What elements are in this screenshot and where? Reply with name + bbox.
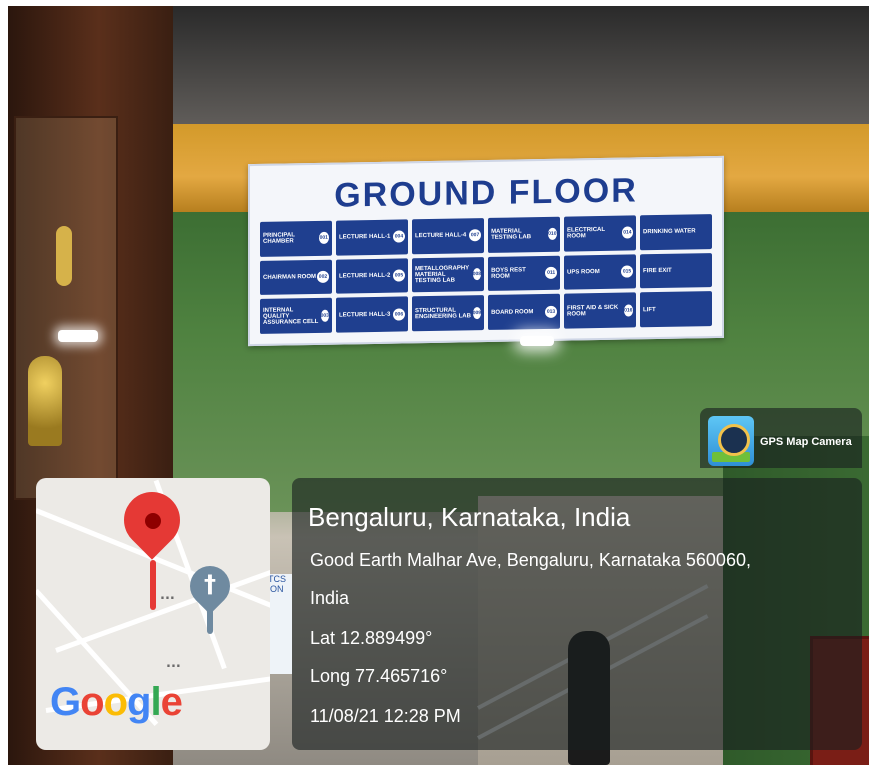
map-road bbox=[55, 566, 270, 653]
google-logo-letter: G bbox=[50, 680, 81, 724]
sign-room-number: 013 bbox=[545, 305, 558, 318]
sign-room-cell: STRUCTURAL ENGINEERING LAB 009 bbox=[411, 295, 485, 332]
google-logo: Google bbox=[50, 680, 183, 725]
app-name: GPS Map Camera bbox=[760, 436, 852, 448]
sign-room-cell: ELECTRICAL ROOM 014 bbox=[564, 215, 637, 252]
sign-room-cell: BOYS REST ROOM 011 bbox=[488, 255, 561, 292]
ground-floor-signboard: GROUND FLOOR PRINCIPAL CHAMBER 001 LECTURE… bbox=[248, 155, 724, 347]
sign-room-number: 005 bbox=[392, 269, 405, 282]
sign-room-number: 008 bbox=[472, 268, 482, 281]
location-pin-tail bbox=[150, 560, 156, 610]
sign-room-label: BOARD ROOM bbox=[491, 308, 534, 316]
sign-room-cell: METALLOGRAPHY MATERIAL TESTING LAB 008 bbox=[411, 256, 485, 293]
ceiling-light bbox=[58, 330, 98, 342]
sign-room-label: LECTURE HALL-1 bbox=[338, 233, 391, 241]
location-title: Bengaluru, Karnataka, India bbox=[308, 502, 631, 532]
sign-room-cell: LECTURE HALL-3 006 bbox=[335, 296, 408, 333]
google-logo-letter: l bbox=[150, 680, 161, 724]
sign-room-number: 004 bbox=[392, 230, 405, 243]
google-logo-letter: e bbox=[160, 680, 183, 724]
sign-room-label: LECTURE HALL-3 bbox=[338, 311, 391, 319]
trophy-cup bbox=[28, 356, 62, 446]
address-line-1: Good Earth Malhar Ave, Bengaluru, Karnat… bbox=[310, 550, 751, 570]
sign-room-label: FIRE EXIT bbox=[643, 267, 672, 275]
sign-room-cell: LECTURE HALL-4 007 bbox=[411, 218, 485, 254]
address-line-2: India bbox=[310, 588, 350, 608]
sign-room-cell: FIRST AID & SICK ROOM 016 bbox=[564, 292, 637, 329]
sign-room-label: ELECTRICAL ROOM bbox=[567, 227, 605, 240]
sign-room-label: UPS ROOM bbox=[567, 268, 600, 276]
sign-room-label: LECTURE HALL-4 bbox=[414, 232, 467, 240]
datetime: 11/08/21 12:28 PM bbox=[310, 706, 461, 726]
sign-room-number: 001 bbox=[318, 232, 329, 245]
sign-room-cell: LIFT bbox=[640, 291, 712, 328]
map-dots: ... bbox=[166, 656, 181, 671]
sign-room-label: FIRST AID & SICK ROOM bbox=[567, 304, 619, 318]
sign-room-label: DRINKING WATER bbox=[643, 228, 696, 236]
latitude: Lat 12.889499° bbox=[310, 628, 433, 648]
google-logo-letter: o bbox=[103, 680, 128, 724]
sign-room-number: 011 bbox=[545, 266, 558, 279]
sign-room-number: 007 bbox=[469, 229, 482, 242]
sign-room-cell: LECTURE HALL-1 004 bbox=[335, 219, 408, 256]
sign-room-number: 009 bbox=[472, 306, 482, 319]
sign-room-label: BOYS REST ROOM bbox=[491, 267, 526, 280]
sign-room-number: 010 bbox=[547, 228, 558, 241]
sign-room-number: 014 bbox=[621, 226, 634, 239]
longitude: Long 77.465716° bbox=[310, 666, 448, 686]
map-dots: ... bbox=[160, 588, 175, 603]
sign-room-label: PRINCIPAL CHAMBER bbox=[263, 232, 295, 246]
sign-title: GROUND FLOOR bbox=[334, 171, 638, 215]
sign-room-label: LECTURE HALL-2 bbox=[338, 272, 391, 280]
sign-room-label: MATERIAL TESTING LAB bbox=[491, 228, 532, 242]
sign-room-cell: FIRE EXIT bbox=[640, 252, 712, 289]
google-logo-letter: g bbox=[127, 680, 151, 724]
sign-room-cell: INTERNAL QUALITY ASSURANCE CELL 003 bbox=[260, 298, 332, 334]
sign-room-number: 002 bbox=[316, 270, 329, 283]
sign-room-label: METALLOGRAPHY MATERIAL TESTING LAB bbox=[414, 265, 470, 285]
sign-room-label: STRUCTURAL ENGINEERING LAB bbox=[414, 307, 471, 320]
sign-room-label: LIFT bbox=[643, 306, 656, 313]
sign-room-cell: UPS ROOM 015 bbox=[564, 254, 637, 290]
sign-room-cell: MATERIAL TESTING LAB 010 bbox=[488, 216, 561, 253]
sign-room-number: 003 bbox=[320, 309, 329, 322]
google-logo-letter: o bbox=[80, 680, 104, 724]
ceiling-light bbox=[520, 336, 554, 346]
sign-room-number: 006 bbox=[392, 308, 405, 321]
location-pin-center bbox=[145, 513, 161, 529]
sign-room-cell: CHAIRMAN ROOM 002 bbox=[260, 259, 332, 296]
sign-room-cell: PRINCIPAL CHAMBER 001 bbox=[260, 220, 332, 257]
sign-room-number: 015 bbox=[621, 265, 634, 278]
church-pin-tail bbox=[207, 604, 213, 634]
sign-room-label: INTERNAL QUALITY ASSURANCE CELL bbox=[263, 307, 319, 326]
church-cross-icon: † bbox=[204, 570, 216, 598]
sign-room-number: 016 bbox=[623, 304, 634, 317]
tcs-ion-poster: TCS iON bbox=[268, 574, 292, 674]
trophy-figure bbox=[56, 226, 72, 286]
sign-room-cell: BOARD ROOM 013 bbox=[488, 294, 561, 330]
sign-room-label: CHAIRMAN ROOM bbox=[263, 273, 316, 281]
sign-room-grid: PRINCIPAL CHAMBER 001 LECTURE HALL-1 004 LEC… bbox=[260, 214, 712, 334]
sign-room-cell: DRINKING WATER bbox=[640, 214, 712, 250]
camera-lens-icon bbox=[718, 424, 750, 456]
sign-room-cell: LECTURE HALL-2 005 bbox=[335, 258, 408, 294]
